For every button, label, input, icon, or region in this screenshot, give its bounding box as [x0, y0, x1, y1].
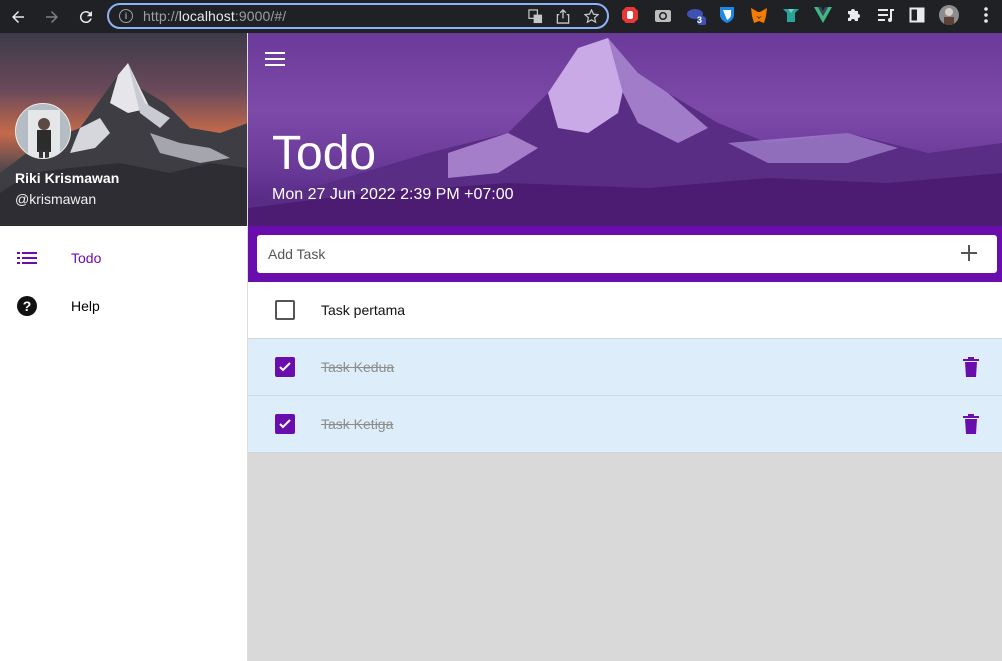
user-handle: @krismawan	[15, 191, 97, 207]
bitwarden-extension-icon[interactable]	[717, 5, 737, 25]
drawer-item-label: Help	[71, 298, 100, 314]
share-icon[interactable]	[555, 8, 571, 24]
help-icon: ?	[16, 295, 38, 317]
url-text: http://localhost:9000/#/	[143, 8, 287, 24]
delete-icon[interactable]	[963, 357, 979, 377]
main-content: Todo Mon 27 Jun 2022 2:39 PM +07:00 Add …	[248, 33, 1002, 661]
drawer-item-todo[interactable]: Todo	[0, 234, 247, 282]
task-text: Task Ketiga	[321, 416, 394, 432]
page-title: Todo	[272, 127, 377, 180]
reload-icon[interactable]	[75, 6, 97, 28]
hamburger-menu-icon[interactable]	[265, 50, 289, 68]
media-control-icon[interactable]	[876, 5, 896, 25]
task-text: Task Kedua	[321, 359, 395, 375]
add-task-input[interactable]: Add Task	[257, 235, 997, 273]
metamask-extension-icon[interactable]	[749, 5, 769, 25]
add-icon[interactable]	[959, 243, 979, 263]
extensions-puzzle-icon[interactable]	[844, 5, 864, 25]
camera-extension-icon[interactable]	[653, 5, 673, 25]
adblock-extension-icon[interactable]	[620, 5, 640, 25]
task-checkbox[interactable]	[275, 414, 295, 434]
address-bar[interactable]: i http://localhost:9000/#/	[107, 3, 609, 29]
forward-icon[interactable]	[41, 6, 63, 28]
more-menu-icon[interactable]	[976, 5, 996, 25]
site-info-icon[interactable]: i	[119, 9, 133, 23]
drawer-header: Riki Krismawan @krismawan	[0, 33, 247, 226]
add-task-placeholder: Add Task	[268, 246, 326, 262]
avatar	[15, 103, 71, 159]
task-checkbox[interactable]	[275, 357, 295, 377]
extension-badge: 3	[697, 15, 703, 25]
delete-icon[interactable]	[963, 414, 979, 434]
task-row[interactable]: Task Ketiga	[248, 396, 1002, 453]
check-icon	[279, 419, 291, 429]
app-header: Todo Mon 27 Jun 2022 2:39 PM +07:00	[248, 33, 1002, 226]
user-name: Riki Krismawan	[15, 170, 120, 186]
back-icon[interactable]	[7, 6, 29, 28]
vue-devtools-icon[interactable]	[813, 5, 833, 25]
drawer-item-label: Todo	[71, 250, 102, 266]
hat-extension-icon[interactable]: 3	[686, 5, 706, 25]
tourmaline-extension-icon[interactable]	[781, 5, 801, 25]
bookmark-star-icon[interactable]	[583, 8, 599, 24]
svg-text:?: ?	[23, 298, 32, 314]
navigation-drawer: Riki Krismawan @krismawan Todo ? Help	[0, 33, 248, 661]
current-date: Mon 27 Jun 2022 2:39 PM +07:00	[272, 186, 514, 203]
task-row[interactable]: Task pertama	[248, 282, 1002, 339]
task-text: Task pertama	[321, 302, 406, 318]
drawer-item-help[interactable]: ? Help	[0, 282, 247, 330]
translate-icon[interactable]	[527, 8, 543, 24]
side-panel-icon[interactable]	[907, 5, 927, 25]
task-row[interactable]: Task Kedua	[248, 339, 1002, 396]
profile-avatar-icon[interactable]	[939, 5, 959, 25]
task-checkbox[interactable]	[275, 300, 295, 320]
list-icon	[16, 247, 38, 269]
check-icon	[279, 362, 291, 372]
browser-toolbar: i http://localhost:9000/#/ 3	[0, 0, 1002, 33]
